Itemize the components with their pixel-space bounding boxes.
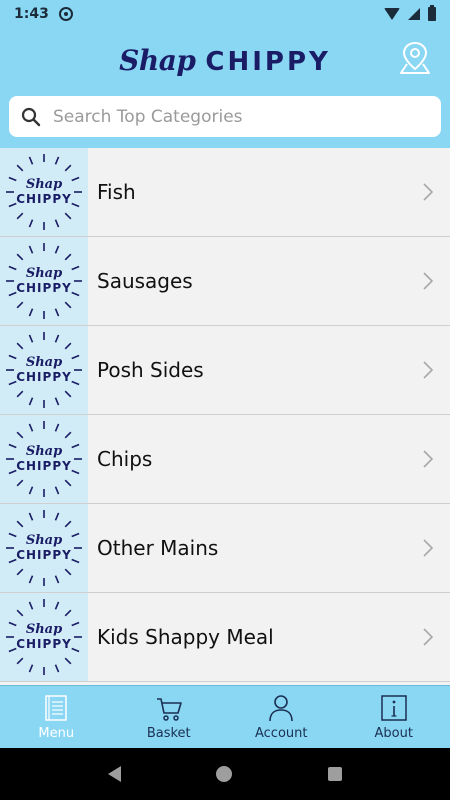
shap-chippy-thumb-logo: ShapCHIPPY: [6, 510, 82, 586]
search-bar-container: [0, 93, 450, 148]
category-row[interactable]: Shap CHIPPY Chips: [0, 415, 450, 504]
category-thumbnail: Shap CHIPPY: [0, 237, 88, 325]
thumb-logo-script: Shap: [26, 177, 62, 192]
category-label: Kids Shappy Meal: [97, 625, 274, 649]
category-thumbnail: Shap CHIPPY: [0, 415, 88, 503]
thumb-logo-script: Shap: [26, 533, 62, 548]
search-bar[interactable]: [9, 96, 441, 137]
status-icons: [384, 4, 436, 21]
nav-basket-label: Basket: [146, 726, 191, 741]
thumb-logo-main: CHIPPY: [16, 459, 72, 473]
category-row[interactable]: Shap CHIPPY Fish: [0, 148, 450, 237]
nav-menu-label: Menu: [38, 726, 75, 741]
location-pin-icon[interactable]: [398, 40, 432, 76]
wifi-icon: [384, 7, 400, 20]
category-thumbnail: Shap CHIPPY: [0, 326, 88, 414]
category-label: Chips: [97, 447, 153, 471]
search-input[interactable]: [53, 106, 429, 127]
shap-chippy-thumb-logo: ShapCHIPPY: [6, 599, 82, 675]
bottom-nav: Menu Basket Account About: [0, 685, 450, 748]
info-icon: [381, 695, 407, 721]
category-thumbnail: Shap CHIPPY: [0, 593, 88, 681]
category-label: Posh Sides: [97, 358, 204, 382]
category-label: Other Mains: [97, 536, 219, 560]
menu-icon: [45, 695, 67, 721]
thumb-logo-script: Shap: [26, 444, 62, 459]
search-icon: [21, 107, 41, 126]
category-row[interactable]: Shap CHIPPY Other Mains: [0, 504, 450, 593]
nav-account[interactable]: Account: [225, 686, 338, 748]
category-label: Sausages: [97, 269, 193, 293]
home-icon[interactable]: [216, 766, 233, 782]
nav-about-label: About: [374, 726, 413, 741]
chevron-right-icon: [423, 628, 434, 646]
system-nav-bar: [0, 748, 450, 800]
chevron-right-icon: [423, 450, 434, 468]
category-row[interactable]: Shap CHIPPY Posh Sides: [0, 326, 450, 415]
battery-icon: [428, 4, 436, 21]
shap-chippy-thumb-logo: ShapCHIPPY: [6, 332, 82, 408]
thumb-logo-main: CHIPPY: [16, 192, 72, 206]
nav-menu[interactable]: Menu: [0, 686, 113, 748]
notification-icon: [58, 6, 73, 21]
chevron-right-icon: [423, 183, 434, 201]
shap-chippy-thumb-logo: ShapCHIPPY: [6, 154, 82, 230]
shap-chippy-thumb-logo: ShapCHIPPY: [6, 421, 82, 497]
thumb-logo-script: Shap: [26, 355, 62, 370]
thumb-logo-main: CHIPPY: [16, 370, 72, 384]
recents-icon[interactable]: [328, 767, 343, 781]
status-time: 1:43: [14, 5, 49, 22]
category-label: Fish: [97, 180, 136, 204]
thumb-logo-main: CHIPPY: [16, 548, 72, 562]
shap-chippy-thumb-logo: ShapCHIPPY: [6, 243, 82, 319]
basket-icon: [156, 698, 182, 721]
signal-icon: [408, 7, 420, 20]
nav-basket[interactable]: Basket: [113, 686, 226, 748]
nav-about[interactable]: About: [338, 686, 450, 748]
category-row[interactable]: Shap CHIPPY Kids Shappy Meal: [0, 593, 450, 682]
back-icon[interactable]: [107, 766, 121, 782]
category-thumbnail: Shap CHIPPY: [0, 504, 88, 592]
logo-main: CHIPPY: [205, 46, 331, 77]
thumb-logo-script: Shap: [26, 622, 62, 637]
category-row[interactable]: Shap CHIPPY Sausages: [0, 237, 450, 326]
chevron-right-icon: [423, 272, 434, 290]
app-logo: Shap CHIPPY: [119, 44, 331, 77]
chevron-right-icon: [423, 539, 434, 557]
thumb-logo-script: Shap: [26, 266, 62, 281]
logo-script: Shap: [119, 43, 196, 77]
status-bar: 1:43: [0, 0, 450, 27]
nav-account-label: Account: [255, 726, 308, 741]
category-list: Shap CHIPPY Fish Shap CHIPPY Sausages Shap CHIP…: [0, 148, 450, 685]
chevron-right-icon: [423, 361, 434, 379]
app-header: Shap CHIPPY: [0, 27, 450, 93]
thumb-logo-main: CHIPPY: [16, 637, 72, 651]
account-icon: [269, 695, 294, 722]
thumb-logo-main: CHIPPY: [16, 281, 72, 295]
category-thumbnail: Shap CHIPPY: [0, 148, 88, 236]
